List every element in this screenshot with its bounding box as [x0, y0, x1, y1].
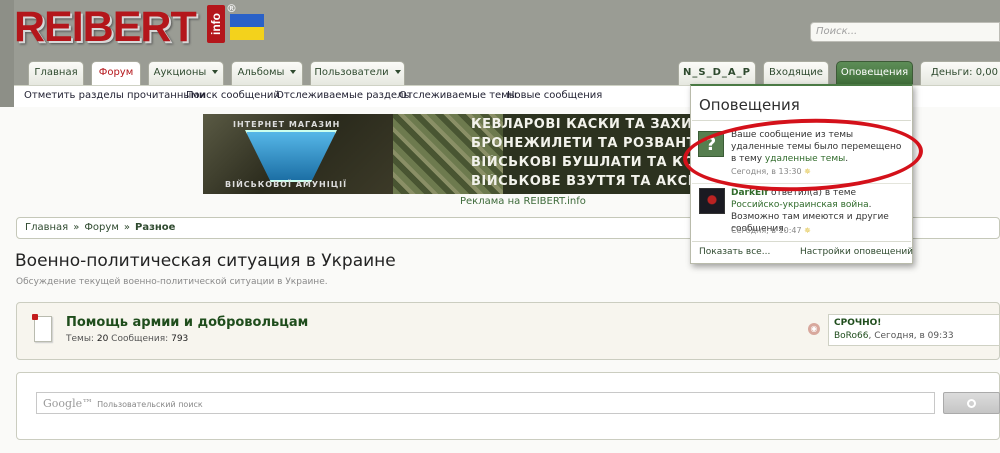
tab-albums[interactable]: Альбомы: [231, 61, 303, 85]
chevron-down-icon: [290, 70, 297, 74]
breadcrumb-separator: »: [73, 222, 80, 233]
banner-line-1: КЕВЛАРОВІ КАСКИ ТА ЗАХИСНІ: [471, 117, 693, 132]
subnav-watched-threads[interactable]: Отслеживаемые темы: [399, 90, 517, 101]
rss-icon[interactable]: ◉: [808, 323, 820, 335]
banner-line-3: ВІЙСЬКОВІ БУШЛАТИ ТА КОСТЮМИ: [471, 155, 693, 170]
site-logo-info: info: [207, 5, 225, 43]
google-logo: Google™: [43, 397, 94, 410]
last-post-title[interactable]: СРОЧНО!: [834, 318, 994, 328]
chevron-down-icon: [212, 70, 219, 74]
breadcrumb-home[interactable]: Главная: [25, 222, 68, 233]
subnav-watched-forums[interactable]: Отслеживаемые разделы: [276, 90, 411, 101]
banner-line-4: ВІЙСЬКОВЕ ВЗУТТЯ ТА АКСЕСУАРИ: [471, 174, 693, 189]
forum-unread-icon: [32, 314, 52, 342]
page-title: Военно-политическая ситуация в Украине: [15, 251, 396, 271]
subnav-mark-read[interactable]: Отметить разделы прочитанными: [24, 90, 205, 101]
site-logo[interactable]: REIBERT: [14, 4, 197, 50]
tab-alerts[interactable]: Оповещения: [836, 61, 913, 85]
last-post-user[interactable]: BoRo66: [834, 331, 869, 341]
google-search-button[interactable]: [943, 392, 1000, 414]
subnav-new-posts[interactable]: Новые сообщения: [507, 90, 602, 101]
alert-item-2-time: Сегодня, в 10:47 ✵: [731, 226, 811, 235]
site-search-input[interactable]: Поиск...: [810, 22, 1000, 42]
alerts-dropdown-title: Оповещения: [699, 96, 800, 114]
banner-line-2: БРОНЕЖИЛЕТИ ТА РОЗВАНТАЖКИ: [471, 136, 693, 151]
tab-inbox[interactable]: Входящие: [763, 61, 829, 85]
tab-money[interactable]: Деньги: 0,00 грн: [920, 61, 1000, 85]
show-all-alerts-link[interactable]: Показать все...: [699, 247, 770, 257]
breadcrumb-current[interactable]: Разное: [135, 222, 175, 233]
last-post-box: СРОЧНО! BoRo66, Сегодня, в 09:33: [828, 314, 1000, 346]
alert-settings-link[interactable]: Настройки оповещений: [800, 247, 913, 257]
chevron-down-icon: [394, 70, 401, 74]
breadcrumb-separator: »: [123, 222, 130, 233]
banner-shop-label: ІНТЕРНЕТ МАГАЗИН: [233, 120, 341, 129]
banner-ammo-label: ВІЙСЬКОВОЇ АМУНІЦІЇ: [225, 180, 348, 189]
divider: [692, 241, 911, 242]
breadcrumb-forum[interactable]: Форум: [84, 222, 119, 233]
google-search-input[interactable]: Google™ Пользовательский поиск: [36, 392, 935, 414]
forum-title-link[interactable]: Помощь армии и добровольцам: [66, 315, 308, 330]
ad-banner[interactable]: ІНТЕРНЕТ МАГАЗИН ВІЙСЬКОВОЇ АМУНІЦІЇ КЕВ…: [203, 114, 693, 194]
forum-stats: Темы: 20 Сообщения: 793: [66, 334, 189, 344]
tab-auctions[interactable]: Аукционы: [148, 61, 224, 85]
tab-home[interactable]: Главная: [28, 61, 84, 85]
tab-user-account[interactable]: N_S_D_A_P: [678, 61, 756, 85]
ukraine-flag-icon: [230, 14, 264, 40]
subnav-search-posts[interactable]: Поиск сообщений: [186, 90, 280, 101]
last-post-time: , Сегодня, в 09:33: [868, 331, 954, 341]
star-icon: ✵: [804, 226, 811, 235]
tab-users[interactable]: Пользователи: [310, 61, 405, 85]
search-icon: [967, 399, 976, 408]
ad-caption-link[interactable]: Реклама на REIBERT.info: [460, 196, 586, 207]
tab-forum[interactable]: Форум: [91, 61, 141, 87]
page-description: Обсуждение текущей военно-политической с…: [16, 277, 328, 287]
user-avatar[interactable]: [699, 188, 725, 214]
